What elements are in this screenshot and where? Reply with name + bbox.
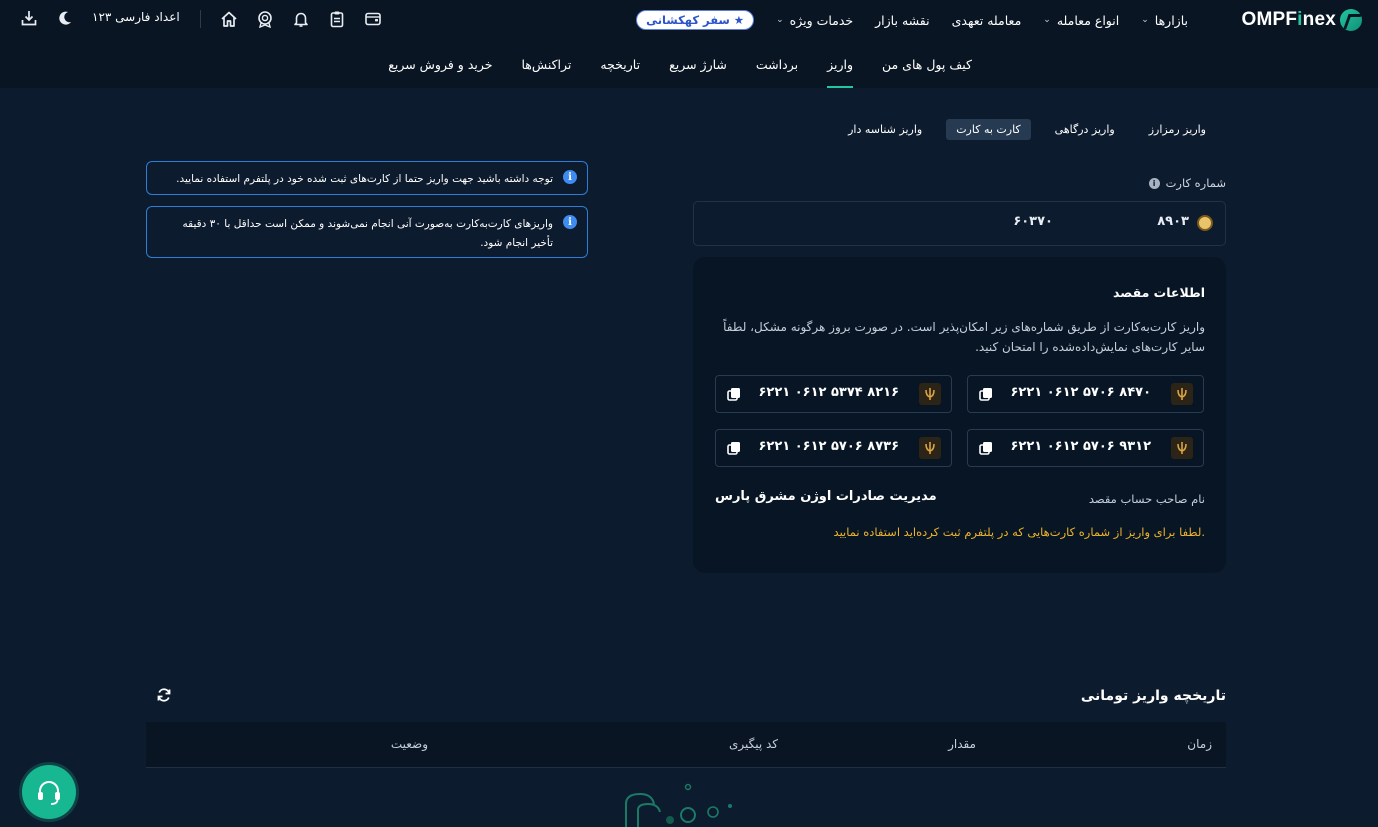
nav-item-label: انواع معامله [1056,12,1120,28]
destination-card-number: ۶۲۲۱ ۰۶۱۲ ۵۷۰۶ ۸۷۳۶ [758,439,899,454]
destination-description: واریز کارت‌به‌کارت از طریق شماره‌های زیر… [723,320,1205,354]
column-header-time: زمان [1187,737,1212,751]
top-header: OMPFinex بازارها ⌄ انواع معامله ⌄ معامله… [0,0,1378,40]
card-number-select[interactable]: ۸۹۰۳ ۶۰۳۷۰ [693,201,1226,246]
galaxy-journey-label: سفر کهکشانی [646,13,730,27]
rewards-icon[interactable] [256,10,274,28]
tab-label: خرید و فروش سریع [388,56,493,72]
destination-card: ۶۲۲۱ ۰۶۱۲ ۵۷۰۶ ۸۷۳۶ [715,429,952,467]
tab-transactions[interactable]: تراکنش‌ها [521,40,571,88]
bank-logo-icon [919,383,941,405]
tab-label: واریز [827,56,853,72]
account-owner-label: نام صاحب حساب مقصد [1088,492,1205,506]
nav-item-label: نقشه بازار [875,12,930,28]
destination-card-number: ۶۲۲۱ ۰۶۱۲ ۵۳۷۴ ۸۲۱۶ [758,385,899,400]
logo-icon [1340,9,1362,31]
empty-state-illustration [618,782,738,827]
tab-deposit[interactable]: واریز [827,40,853,88]
tab-label: برداشت [755,56,799,72]
nav-item-markets[interactable]: بازارها ⌄ [1141,13,1188,28]
destination-card-number: ۶۲۲۱ ۰۶۱۲ ۵۷۰۶ ۸۴۷۰ [1010,385,1151,400]
info-icon: i [563,170,577,184]
chevron-down-icon: ⌄ [1043,15,1051,25]
bank-logo-icon [1197,215,1213,231]
page: OMPFinex بازارها ⌄ انواع معامله ⌄ معامله… [0,0,1378,827]
nav-item-margin-trade[interactable]: معامله تعهدی [952,13,1022,28]
brand-logo[interactable]: OMPFinex [1241,8,1362,32]
notice-delay: i واریزهای کارت‌به‌کارت به‌صورت آنی انجا… [146,206,588,258]
tab-quick-buy-sell[interactable]: خرید و فروش سریع [388,40,492,88]
nav-item-special-services[interactable]: خدمات ویژه ⌄ [776,13,853,28]
copy-icon[interactable] [726,440,742,456]
card-number-label: شماره کارت i [1148,176,1226,190]
notice-text: واریزهای کارت‌به‌کارت به‌صورت آنی انجام … [182,218,554,249]
header-tools [220,6,382,32]
home-icon[interactable] [220,10,238,28]
tab-my-wallets[interactable]: کیف پول های من [882,40,972,88]
chevron-down-icon: ⌄ [1141,15,1149,25]
chevron-down-icon: ⌄ [776,15,784,25]
star-icon: ★ [733,13,745,27]
bank-logo-icon [1171,383,1193,405]
tab-label: شارژ سریع [669,56,727,72]
moon-icon[interactable] [56,9,74,27]
column-header-status: وضعیت [390,737,428,751]
wallet-subnav: کیف پول های من واریز برداشت شارژ سریع تا… [0,40,1378,88]
column-header-tracking-code: کد پیگیری [728,737,778,751]
nav-item-label: خدمات ویژه [789,12,854,28]
deposit-method-tabs: واریز رمزارز واریز درگاهی کارت به کارت و… [838,118,1216,140]
card-number-end: ۶۰۳۷۰ [1013,214,1053,229]
tab-history[interactable]: تاریخچه [600,40,640,88]
brand-name: OMPFinex [1241,9,1336,30]
destination-card: ۶۲۲۱ ۰۶۱۲ ۵۷۰۶ ۸۴۷۰ [967,375,1204,413]
tab-quick-charge[interactable]: شارژ سریع [669,40,727,88]
tab-withdraw[interactable]: برداشت [756,40,798,88]
registered-card-warning: لطفا برای واریز از شماره کارت‌هایی که در… [833,525,1205,539]
notice-text: توجه داشته باشید جهت واریز حتما از کارت‌… [176,173,553,185]
info-icon: i [563,215,577,229]
destination-card: ۶۲۲۱ ۰۶۱۲ ۵۷۰۶ ۹۳۱۲ [967,429,1204,467]
download-icon[interactable] [20,9,38,27]
method-crypto-deposit[interactable]: واریز رمزارز [1139,119,1216,140]
refresh-icon[interactable] [156,687,172,703]
bank-logo-icon [1171,437,1193,459]
support-chat-button[interactable] [22,765,76,819]
nav-item-label: معامله تعهدی [951,12,1022,28]
deposit-history-title: تاریخچه واریز تومانی [1080,688,1226,704]
headset-icon [38,781,60,805]
copy-icon[interactable] [978,386,994,402]
history-table-header: زمان مقدار کد پیگیری وضعیت [146,722,1226,768]
nav-item-label: بازارها [1154,12,1188,28]
destination-card: ۶۲۲۱ ۰۶۱۲ ۵۳۷۴ ۸۲۱۶ [715,375,952,413]
copy-icon[interactable] [726,386,742,402]
destination-card-number: ۶۲۲۱ ۰۶۱۲ ۵۷۰۶ ۹۳۱۲ [1010,439,1151,454]
bell-icon[interactable] [292,10,310,28]
number-format-toggle[interactable]: اعداد فارسی ۱۲۳ [92,10,180,24]
notice-registered-cards: i توجه داشته باشید جهت واریز حتما از کار… [146,161,588,195]
main-nav: بازارها ⌄ انواع معامله ⌄ معامله تعهدی نق… [636,0,1188,40]
info-icon[interactable]: i [1148,177,1160,189]
method-gateway-deposit[interactable]: واریز درگاهی [1045,119,1125,140]
destination-info-panel: اطلاعات مقصد واریز کارت‌به‌کارت از طریق … [693,257,1226,573]
card-number-label-text: شماره کارت [1165,176,1226,190]
galaxy-journey-button[interactable]: ★ سفر کهکشانی [636,10,755,30]
header-divider [200,10,201,28]
nav-item-trade-types[interactable]: انواع معامله ⌄ [1043,13,1119,28]
copy-icon[interactable] [978,440,994,456]
destination-title: اطلاعات مقصد [1113,285,1205,300]
clipboard-icon[interactable] [328,10,346,28]
account-owner-name: مدیریت صادرات اوژن مشرق پارس [715,489,937,504]
nav-item-market-map[interactable]: نقشه بازار [875,13,929,28]
method-card-to-card[interactable]: کارت به کارت [946,118,1031,140]
bank-logo-icon [919,437,941,459]
tab-label: تراکنش‌ها [521,56,572,72]
tab-label: کیف پول های من [882,56,972,72]
method-id-deposit[interactable]: واریز شناسه دار [838,119,932,140]
tab-label: تاریخچه [600,56,641,72]
card-number-start: ۸۹۰۳ [1157,214,1189,229]
wallet-icon[interactable] [364,10,382,28]
column-header-amount: مقدار [948,737,976,751]
